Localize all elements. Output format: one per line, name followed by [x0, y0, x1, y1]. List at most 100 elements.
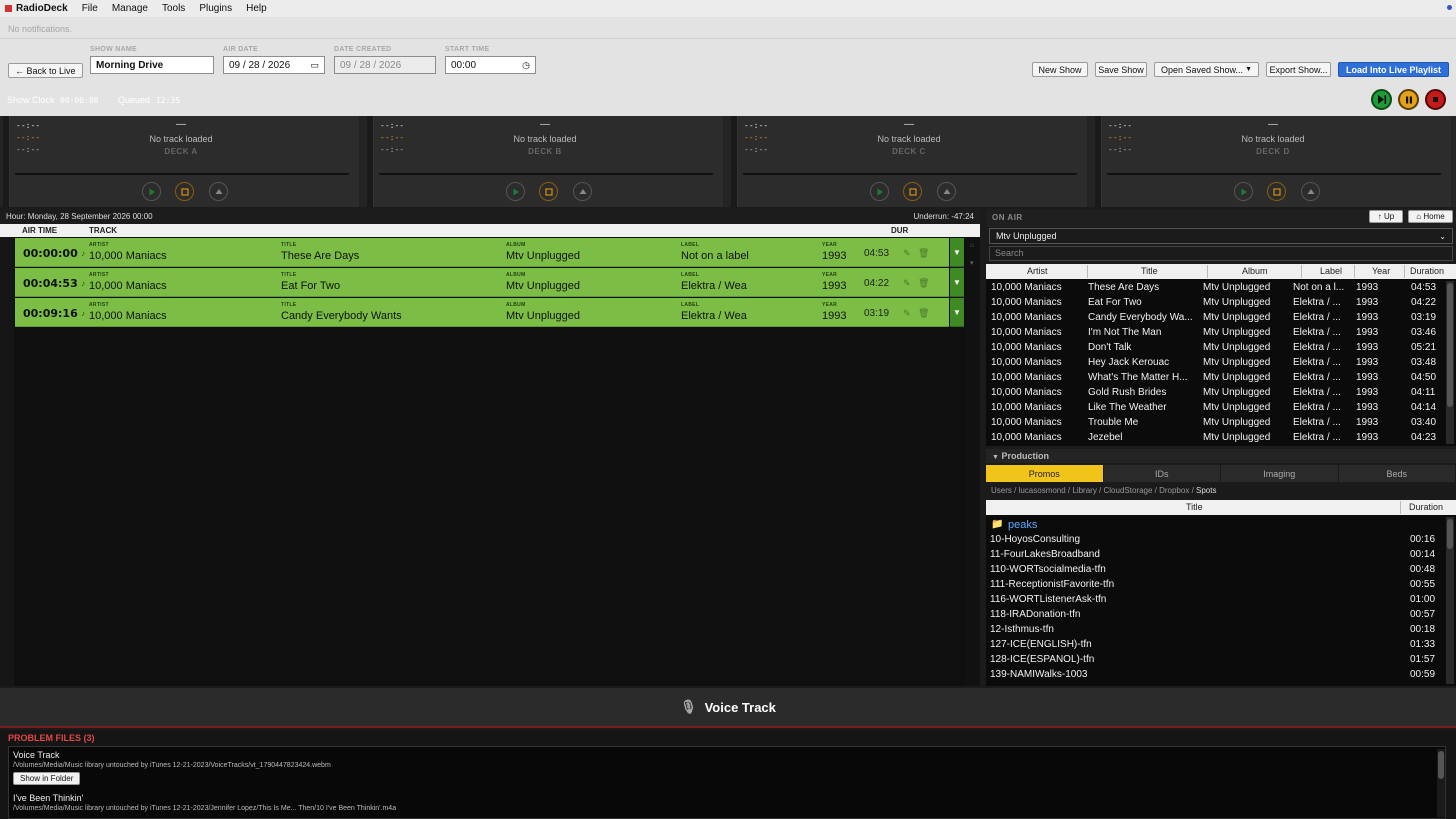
deck-play-button[interactable]	[142, 182, 161, 201]
deck-play-button[interactable]	[506, 182, 525, 201]
trash-icon[interactable]: 🗑	[918, 248, 929, 259]
column-divider[interactable]	[1301, 265, 1302, 278]
tab-imaging[interactable]: Imaging	[1221, 465, 1339, 482]
scroll-up-icon[interactable]: ⌂	[970, 242, 974, 249]
row-menu-button[interactable]: ▼	[950, 238, 964, 267]
library-row[interactable]: 10,000 Maniacs Hey Jack Kerouac Mtv Unpl…	[986, 355, 1444, 370]
deck-progress[interactable]	[743, 173, 1077, 175]
library-row[interactable]: 10,000 Maniacs Gold Rush Brides Mtv Unpl…	[986, 385, 1444, 400]
calendar-icon[interactable]: ▭	[310, 60, 319, 71]
show-in-folder-button[interactable]: Show in Folder	[13, 772, 81, 785]
edit-icon[interactable]: ✎	[903, 308, 911, 319]
deck-pause-button[interactable]	[1267, 182, 1286, 201]
trash-icon[interactable]: 🗑	[918, 308, 929, 319]
breadcrumb-item[interactable]: Library	[1072, 486, 1096, 495]
deck-pause-button[interactable]	[539, 182, 558, 201]
stop-all-button[interactable]	[1425, 89, 1446, 110]
deck-pause-button[interactable]	[903, 182, 922, 201]
col-air-time[interactable]: AIR TIME	[22, 226, 57, 235]
back-to-live-button[interactable]: ← Back to Live	[8, 63, 83, 78]
save-show-button[interactable]: Save Show	[1095, 62, 1147, 77]
trash-icon[interactable]: 🗑	[918, 278, 929, 289]
air-date-input[interactable]: 09 / 28 / 2026 ▭	[223, 56, 325, 74]
deck-progress[interactable]	[15, 173, 349, 175]
menu-plugins[interactable]: Plugins	[199, 3, 232, 14]
library-row[interactable]: 10,000 Maniacs Trouble Me Mtv Unplugged …	[986, 415, 1444, 430]
spot-row[interactable]: 139-NAMIWalks-1003 00:59	[986, 667, 1444, 682]
column-divider[interactable]	[1087, 265, 1088, 278]
library-row[interactable]: 10,000 Maniacs Eat For Two Mtv Unplugged…	[986, 295, 1444, 310]
row-menu-button[interactable]: ▼	[950, 268, 964, 297]
library-row[interactable]: 10,000 Maniacs Don't Talk Mtv Unplugged …	[986, 340, 1444, 355]
deck-play-button[interactable]	[1234, 182, 1253, 201]
col-spot-title[interactable]: Title	[1186, 502, 1203, 512]
up-button[interactable]: ↑ Up	[1369, 210, 1403, 223]
playlist-scrollbar[interactable]: ⌂ ▾	[966, 237, 980, 686]
library-row[interactable]: 10,000 Maniacs Candy Everybody Wa... Mtv…	[986, 310, 1444, 325]
library-row[interactable]: 10,000 Maniacs These Are Days Mtv Unplug…	[986, 280, 1444, 295]
problems-scrollbar[interactable]	[1437, 749, 1445, 817]
col-album[interactable]: Album	[1242, 266, 1268, 276]
library-search-input[interactable]: Search	[989, 246, 1453, 261]
home-button[interactable]: ⌂ Home	[1408, 210, 1453, 223]
spot-row[interactable]: 116-WORTListenerAsk-tfn 01:00	[986, 592, 1444, 607]
spot-row[interactable]: 127-ICE(ENGLISH)-tfn 01:33	[986, 637, 1444, 652]
playlist-row[interactable]: 00:00:00 ♪ ARTIST 10,000 Maniacs TITLE T…	[15, 238, 949, 267]
breadcrumb-item[interactable]: Dropbox	[1159, 486, 1189, 495]
library-row[interactable]: 10,000 Maniacs Like The Weather Mtv Unpl…	[986, 400, 1444, 415]
production-header[interactable]: ▼ Production	[986, 449, 1456, 463]
column-divider[interactable]	[1207, 265, 1208, 278]
scroll-down-icon[interactable]: ▾	[970, 259, 974, 267]
new-show-button[interactable]: New Show	[1032, 62, 1088, 77]
scrollbar-thumb[interactable]	[1438, 751, 1444, 779]
col-duration[interactable]: Duration	[1410, 266, 1444, 276]
spot-row[interactable]: 12-Isthmus-tfn 00:18	[986, 622, 1444, 637]
export-show-button[interactable]: Export Show...	[1266, 62, 1331, 77]
col-artist[interactable]: Artist	[1027, 266, 1048, 276]
spot-row[interactable]: 128-ICE(ESPANOL)-tfn 01:57	[986, 652, 1444, 667]
tab-beds[interactable]: Beds	[1338, 465, 1456, 482]
spot-row[interactable]: 118-IRADonation-tfn 00:57	[986, 607, 1444, 622]
playlist-row[interactable]: 00:04:53 ♪ ARTIST 10,000 Maniacs TITLE E…	[15, 268, 949, 297]
menu-help[interactable]: Help	[246, 3, 267, 14]
scrollbar-thumb[interactable]	[1447, 519, 1453, 549]
spot-row[interactable]: 111-ReceptionistFavorite-tfn 00:55	[986, 577, 1444, 592]
menu-file[interactable]: File	[82, 3, 98, 14]
tab-promos[interactable]: Promos	[986, 465, 1104, 482]
library-row[interactable]: 10,000 Maniacs Jezebel Mtv Unplugged Ele…	[986, 430, 1444, 445]
deck-progress[interactable]	[379, 173, 713, 175]
col-spot-duration[interactable]: Duration	[1409, 502, 1443, 512]
row-menu-button[interactable]: ▼	[950, 298, 964, 327]
spot-row[interactable]: 10-HoyosConsulting 00:16	[986, 532, 1444, 547]
scrollbar-thumb[interactable]	[1447, 283, 1453, 407]
open-saved-show-select[interactable]: Open Saved Show... ▼	[1154, 62, 1259, 77]
library-row[interactable]: 10,000 Maniacs What's The Matter H... Mt…	[986, 370, 1444, 385]
edit-icon[interactable]: ✎	[903, 248, 911, 259]
clock-icon[interactable]: ◷	[522, 60, 530, 71]
breadcrumb-item[interactable]: Users	[991, 486, 1012, 495]
edit-icon[interactable]: ✎	[903, 278, 911, 289]
col-year[interactable]: Year	[1372, 266, 1390, 276]
breadcrumb-item[interactable]: lucasosmond	[1019, 486, 1066, 495]
playlist-row[interactable]: 00:09:16 ♪ ARTIST 10,000 Maniacs TITLE C…	[15, 298, 949, 327]
column-divider[interactable]	[1404, 265, 1405, 278]
menu-manage[interactable]: Manage	[112, 3, 148, 14]
column-divider[interactable]	[1354, 265, 1355, 278]
pause-all-button[interactable]	[1398, 89, 1419, 110]
album-select[interactable]: Mtv Unplugged ⌄	[989, 228, 1453, 244]
spots-scrollbar[interactable]	[1446, 517, 1454, 684]
start-time-input[interactable]: 00:00 ◷	[445, 56, 536, 74]
col-label[interactable]: Label	[1320, 266, 1342, 276]
deck-eject-button[interactable]	[573, 182, 592, 201]
col-title[interactable]: Title	[1141, 266, 1158, 276]
menu-tools[interactable]: Tools	[162, 3, 185, 14]
deck-play-button[interactable]	[870, 182, 889, 201]
tab-ids[interactable]: IDs	[1103, 465, 1221, 482]
deck-eject-button[interactable]	[1301, 182, 1320, 201]
library-scrollbar[interactable]	[1446, 281, 1454, 444]
voice-track-button[interactable]: 🎙 Voice Track	[0, 688, 1456, 728]
folder-row[interactable]: 📁 peaks	[986, 517, 1444, 532]
column-divider[interactable]	[1400, 501, 1401, 514]
col-track[interactable]: TRACK	[89, 226, 117, 235]
col-dur[interactable]: DUR	[891, 226, 908, 235]
